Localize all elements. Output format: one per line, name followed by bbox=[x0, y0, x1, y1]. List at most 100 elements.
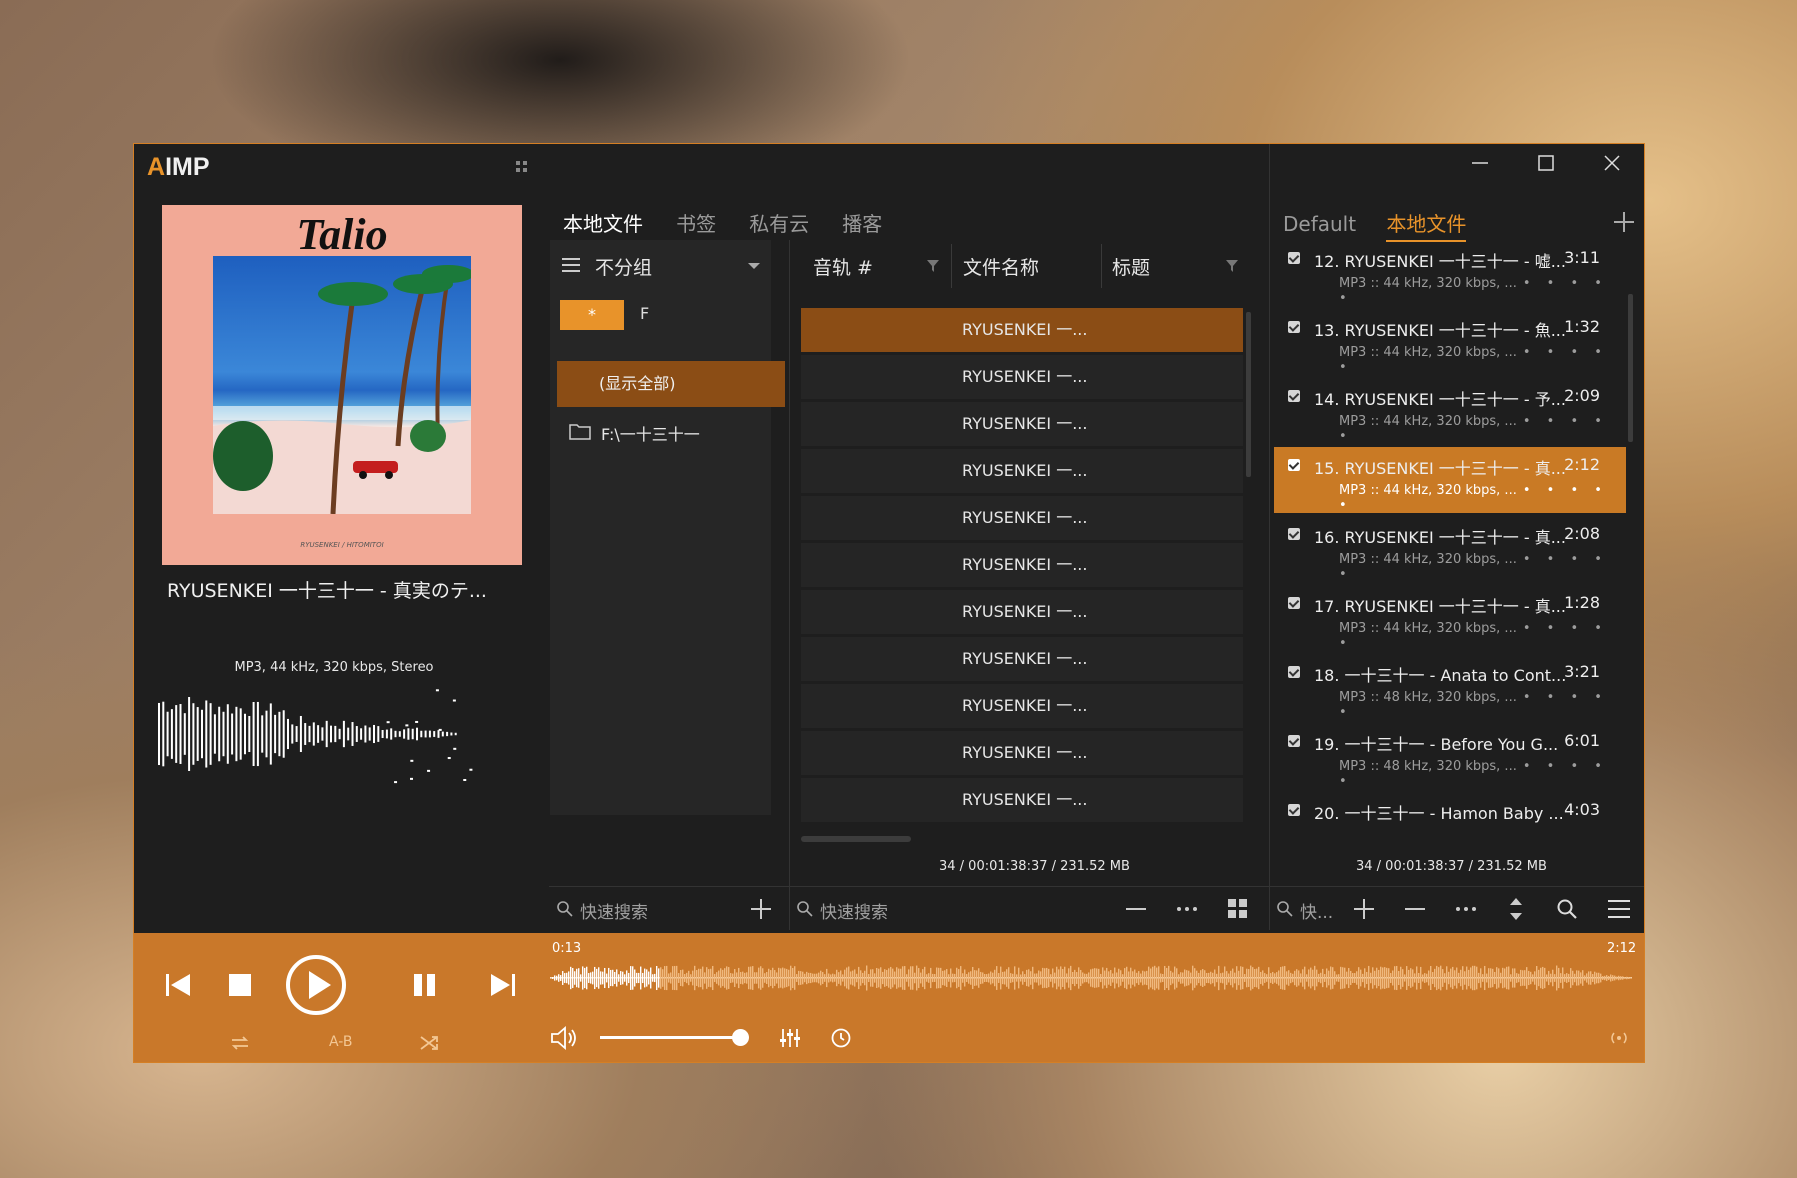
ab-repeat-button[interactable]: A-B bbox=[329, 1034, 352, 1050]
checkbox-icon[interactable] bbox=[1288, 804, 1300, 816]
checkbox-icon[interactable] bbox=[1288, 528, 1300, 540]
tab-podcasts[interactable]: 播客 bbox=[842, 212, 882, 236]
sort-icon[interactable] bbox=[1509, 898, 1523, 920]
tab-local-files[interactable]: 本地文件 bbox=[563, 212, 643, 242]
pause-icon[interactable] bbox=[414, 974, 436, 996]
checkbox-icon[interactable] bbox=[1288, 390, 1300, 402]
play-icon[interactable] bbox=[285, 954, 347, 1016]
waveform-bar bbox=[1570, 968, 1572, 988]
stop-icon[interactable] bbox=[229, 974, 251, 996]
table-row[interactable]: RYUSENKEI 一... bbox=[801, 590, 1243, 634]
playlist-search-input[interactable]: 快... bbox=[1300, 898, 1333, 923]
table-row[interactable]: RYUSENKEI 一... bbox=[801, 684, 1243, 728]
grid-view-icon[interactable] bbox=[1228, 899, 1248, 919]
hamburger-menu-icon[interactable] bbox=[1608, 900, 1630, 918]
playlist-item[interactable]: 16. RYUSENKEI 一十三十一 - 真... 2:08 MP3 :: 44 … bbox=[1274, 516, 1626, 582]
shuffle-icon[interactable] bbox=[419, 1034, 439, 1052]
artwork-illustration bbox=[213, 265, 471, 514]
filter-badge-all[interactable]: * bbox=[560, 300, 624, 330]
playlist-item[interactable]: 13. RYUSENKEI 一十三十一 - 魚... 1:32 MP3 :: 44 … bbox=[1274, 309, 1626, 375]
previous-track-icon[interactable] bbox=[166, 974, 190, 996]
more-icon[interactable] bbox=[1455, 906, 1477, 912]
filter-icon[interactable] bbox=[1226, 260, 1238, 272]
volume-icon[interactable] bbox=[550, 1026, 578, 1050]
playlist-tab-default[interactable]: Default bbox=[1283, 212, 1356, 236]
filter-icon[interactable] bbox=[927, 260, 939, 272]
waveform-bar bbox=[1588, 971, 1590, 985]
table-row[interactable]: RYUSENKEI 一... bbox=[801, 731, 1243, 775]
tab-bookmarks[interactable]: 书签 bbox=[676, 212, 716, 236]
playlist-scrollbar[interactable] bbox=[1628, 294, 1633, 442]
timer-icon[interactable] bbox=[831, 1028, 851, 1048]
waveform-bar bbox=[1006, 969, 1008, 987]
add-icon[interactable] bbox=[751, 899, 771, 919]
repeat-icon[interactable] bbox=[230, 1034, 250, 1052]
playlist-item[interactable]: 18. 一十三十一 - Anata to Cont... 3:21 MP3 :: 4… bbox=[1274, 654, 1626, 720]
filter-letter[interactable]: F bbox=[640, 304, 649, 323]
tab-private-cloud[interactable]: 私有云 bbox=[749, 212, 809, 236]
waveform-bar bbox=[678, 973, 680, 983]
table-row[interactable]: RYUSENKEI 一... bbox=[801, 543, 1243, 587]
close-icon[interactable] bbox=[1603, 154, 1621, 172]
vertical-scrollbar[interactable] bbox=[1246, 312, 1251, 477]
group-label-folder[interactable]: F:\一十三十一 bbox=[601, 421, 700, 445]
column-track-number[interactable]: 音轨 # bbox=[813, 253, 873, 280]
table-row[interactable]: RYUSENKEI 一... bbox=[801, 402, 1243, 446]
group-search-input[interactable]: 快速搜索 bbox=[580, 898, 648, 923]
more-icon[interactable] bbox=[1176, 906, 1198, 912]
playlist-item[interactable]: 19. 一十三十一 - Before You G... 6:01 MP3 :: 48… bbox=[1274, 723, 1626, 789]
search-icon[interactable] bbox=[1557, 899, 1577, 919]
playlist-item[interactable]: 14. RYUSENKEI 一十三十一 - 予... 2:09 MP3 :: 44 … bbox=[1274, 378, 1626, 444]
volume-knob[interactable] bbox=[732, 1029, 749, 1046]
playlist-item[interactable]: 12. RYUSENKEI 一十三十一 - 嘘... 3:11 MP3 :: 44 … bbox=[1274, 240, 1626, 306]
playlist-item[interactable]: 17. RYUSENKEI 一十三十一 - 真... 1:28 MP3 :: 44 … bbox=[1274, 585, 1626, 651]
waveform-bar bbox=[1372, 967, 1374, 989]
visualizer-bar bbox=[411, 728, 414, 740]
playlist-item[interactable]: 20. 一十三十一 - Hamon Baby ... 4:03 bbox=[1274, 792, 1626, 858]
checkbox-icon[interactable] bbox=[1288, 597, 1300, 609]
elapsed-time: 0:13 bbox=[552, 941, 582, 956]
waveform-bar bbox=[1074, 969, 1076, 987]
spectrum-visualizer[interactable] bbox=[156, 679, 496, 789]
grouping-selector[interactable]: 不分组 bbox=[595, 253, 652, 280]
volume-track[interactable] bbox=[600, 1036, 740, 1039]
waveform-bar bbox=[1440, 965, 1442, 991]
table-row[interactable]: RYUSENKEI 一... bbox=[801, 355, 1243, 399]
checkbox-icon[interactable] bbox=[1288, 735, 1300, 747]
equalizer-icon[interactable] bbox=[779, 1027, 801, 1049]
table-row[interactable]: RYUSENKEI 一... bbox=[801, 778, 1243, 822]
remove-icon[interactable] bbox=[1126, 899, 1146, 919]
checkbox-icon[interactable] bbox=[1288, 459, 1300, 471]
checkbox-icon[interactable] bbox=[1288, 666, 1300, 678]
minimize-icon[interactable] bbox=[1471, 154, 1489, 172]
waveform-bar bbox=[1352, 973, 1354, 983]
maximize-icon[interactable] bbox=[1537, 154, 1555, 172]
waveform-bar bbox=[1568, 973, 1570, 983]
remove-icon[interactable] bbox=[1405, 899, 1425, 919]
group-row-selected[interactable]: (显示全部) bbox=[557, 361, 785, 407]
visualizer-bar bbox=[269, 703, 272, 765]
add-icon[interactable] bbox=[1354, 899, 1374, 919]
waveform-seekbar[interactable] bbox=[550, 956, 1632, 1000]
table-row[interactable]: RYUSENKEI 一... bbox=[801, 637, 1243, 681]
radio-broadcast-icon[interactable] bbox=[1608, 1030, 1630, 1046]
horizontal-scrollbar[interactable] bbox=[801, 836, 911, 842]
playlist-item[interactable]: 15. RYUSENKEI 一十三十一 - 真... 2:12 MP3 :: 44 … bbox=[1274, 447, 1626, 513]
drag-handle-icon[interactable] bbox=[516, 161, 528, 173]
next-track-icon[interactable] bbox=[491, 974, 515, 996]
waveform-bar bbox=[1152, 966, 1154, 990]
table-row[interactable]: RYUSENKEI 一... bbox=[801, 308, 1243, 352]
column-title[interactable]: 标题 bbox=[1112, 253, 1150, 280]
table-row[interactable]: RYUSENKEI 一... bbox=[801, 496, 1243, 540]
visualizer-bar bbox=[373, 724, 375, 744]
column-file-name[interactable]: 文件名称 bbox=[963, 253, 1039, 280]
table-row[interactable]: RYUSENKEI 一... bbox=[801, 449, 1243, 493]
chevron-down-icon[interactable] bbox=[748, 263, 760, 271]
library-search-input[interactable]: 快速搜索 bbox=[820, 898, 888, 923]
waveform-bar bbox=[1550, 973, 1552, 983]
checkbox-icon[interactable] bbox=[1288, 321, 1300, 333]
menu-icon[interactable] bbox=[562, 257, 582, 273]
playlist-tab-local-files[interactable]: 本地文件 bbox=[1386, 212, 1467, 242]
add-playlist-icon[interactable] bbox=[1614, 212, 1634, 232]
checkbox-icon[interactable] bbox=[1288, 252, 1300, 264]
